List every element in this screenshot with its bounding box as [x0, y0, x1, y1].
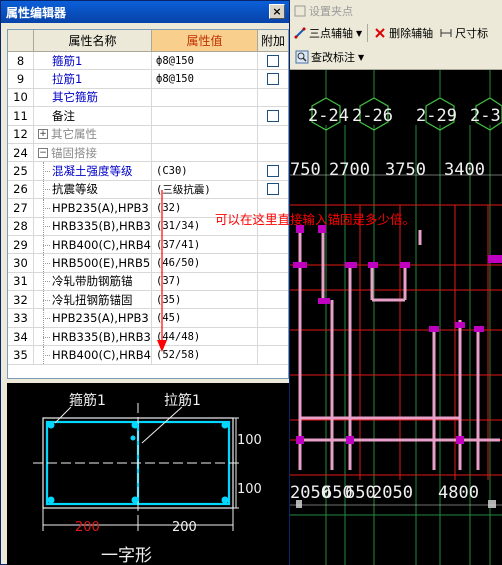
- annotation-text: 可以在这里直接输入锚固是多少倍。: [215, 212, 415, 227]
- annotation-overlay: 可以在这里直接输入锚固是多少倍。: [157, 190, 415, 352]
- annotation-arrow-head: [157, 340, 167, 352]
